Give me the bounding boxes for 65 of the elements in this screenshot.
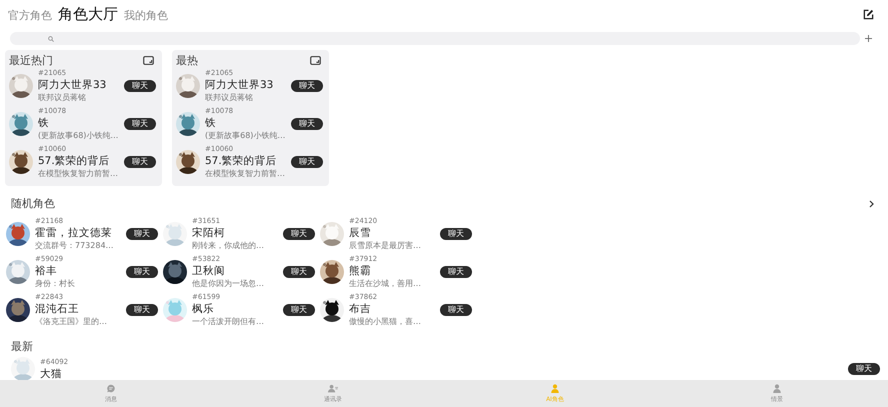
chat-button[interactable]: 聊天 — [126, 304, 158, 316]
character-description: 在模型恢复智力前暂… — [205, 168, 286, 179]
plus-icon[interactable] — [865, 35, 872, 42]
character-name: 霍雷，拉文德莱 — [35, 226, 113, 240]
search-icon — [48, 36, 54, 42]
character-name: 阿力大世界33 — [205, 78, 274, 92]
character-name: 布吉 — [349, 302, 372, 316]
character-name: 辰雪 — [349, 226, 372, 240]
card-title: 最热 — [176, 52, 198, 68]
character-description: 傲慢的小黑猫，喜… — [349, 316, 422, 327]
character-name: 大猫 — [40, 366, 63, 380]
character-description: (更新故事68)小铁纯… — [205, 130, 286, 141]
character-description: 联邦议员蒋铭 — [38, 92, 87, 103]
character-name: 裕丰 — [35, 264, 58, 278]
chat-button[interactable]: 聊天 — [291, 80, 323, 92]
character-description: 他是你因为一场忽… — [192, 278, 265, 289]
header-tab[interactable]: 我的角色 — [124, 8, 168, 22]
character-description: 刚转来，你成他的… — [192, 240, 265, 251]
chat-button[interactable]: 聊天 — [440, 266, 472, 278]
character-description: 身份：村长 — [35, 278, 76, 289]
character-description: 《洛克王国》里的… — [35, 316, 108, 327]
chat-button[interactable]: 聊天 — [124, 156, 156, 168]
chat-button[interactable]: 聊天 — [126, 266, 158, 278]
chat-button[interactable]: 聊天 — [283, 266, 315, 278]
edit-icon[interactable] — [863, 8, 874, 20]
character-description: 联邦议员蒋铭 — [205, 92, 254, 103]
frame-icon[interactable] — [143, 56, 154, 64]
frame-icon[interactable] — [310, 56, 321, 64]
chat-button[interactable]: 聊天 — [848, 363, 880, 375]
character-description: 交流群号：773284… — [35, 240, 115, 251]
character-description: 在模型恢复智力前暂… — [38, 168, 119, 179]
character-name: 铁 — [38, 116, 50, 130]
section-title: 随机角色 — [11, 196, 55, 211]
header-tab[interactable]: 官方角色 — [8, 8, 52, 22]
chat-icon — [106, 384, 116, 392]
character-name: 57.繁荣的背后 — [205, 154, 278, 168]
person-icon — [772, 384, 782, 392]
character-name: 阿力大世界33 — [38, 78, 108, 92]
character-name: 混沌石王 — [35, 302, 80, 316]
character-name: 枫乐 — [192, 302, 215, 316]
card-title: 最近热门 — [9, 52, 53, 68]
chevron-icon[interactable] — [869, 200, 874, 208]
chat-button[interactable]: 聊天 — [126, 228, 158, 240]
character-description: 辰雪原本是最厉害… — [349, 240, 422, 251]
chat-button[interactable]: 聊天 — [124, 118, 156, 130]
character-description: 生活在沙城，善用… — [349, 278, 422, 289]
character-description: 一个活泼开朗但有… — [192, 316, 265, 327]
chat-button[interactable]: 聊天 — [440, 304, 472, 316]
section-title: 最新 — [11, 339, 33, 354]
character-name: 铁 — [205, 116, 217, 130]
character-name: 卫秋阆 — [192, 264, 226, 278]
person-icon — [550, 384, 560, 392]
chat-button[interactable]: 聊天 — [291, 118, 323, 130]
chat-button[interactable]: 聊天 — [283, 304, 315, 316]
character-name: 57.繁荣的背后 — [38, 154, 111, 168]
contacts-icon — [328, 384, 338, 392]
chat-button[interactable]: 聊天 — [283, 228, 315, 240]
character-name: 宋陌柯 — [192, 226, 226, 240]
character-name: 熊霸 — [349, 264, 372, 278]
chat-button[interactable]: 聊天 — [291, 156, 323, 168]
character-description: (更新故事68)小铁纯… — [38, 130, 120, 141]
chat-button[interactable]: 聊天 — [440, 228, 472, 240]
header-tab[interactable]: 角色大厅 — [58, 4, 118, 24]
search-field[interactable] — [10, 32, 860, 45]
chat-button[interactable]: 聊天 — [124, 80, 156, 92]
